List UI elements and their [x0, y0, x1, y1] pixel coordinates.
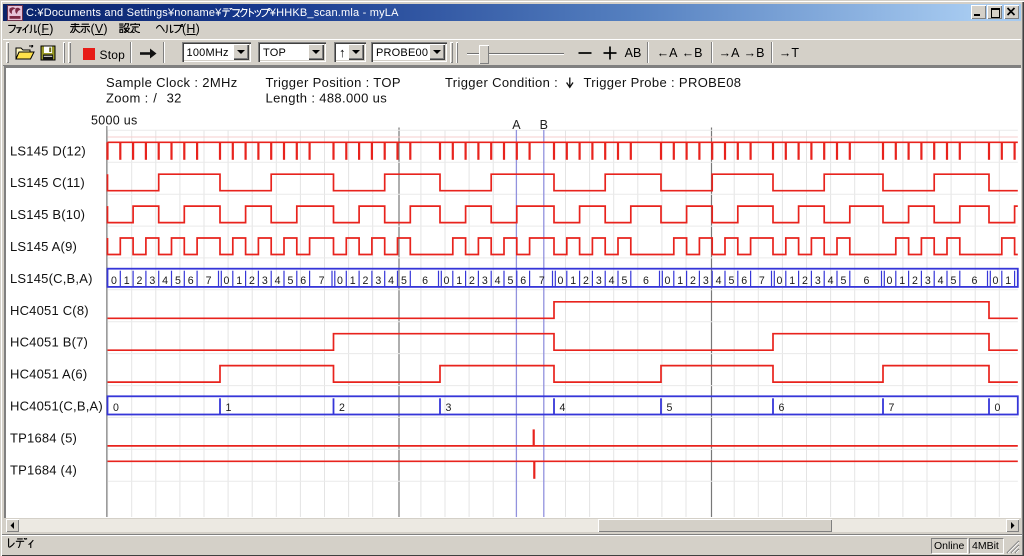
- svg-text:4: 4: [275, 275, 281, 287]
- svg-text:2: 2: [583, 275, 589, 287]
- svg-text:0: 0: [995, 402, 1001, 414]
- svg-text:0: 0: [443, 275, 449, 287]
- svg-text:LS145 A(9): LS145 A(9): [10, 239, 77, 254]
- svg-text:5: 5: [728, 275, 734, 287]
- svg-text:6: 6: [422, 275, 428, 287]
- svg-text:6: 6: [188, 275, 194, 287]
- svg-text:0: 0: [337, 275, 343, 287]
- svg-text:5: 5: [667, 402, 673, 414]
- svg-text:2: 2: [690, 275, 696, 287]
- svg-text:0: 0: [223, 275, 229, 287]
- svg-text:1: 1: [570, 275, 576, 287]
- svg-text:2: 2: [363, 275, 369, 287]
- svg-text:5: 5: [840, 275, 846, 287]
- svg-text:HC4051 A(6): HC4051 A(6): [10, 367, 87, 382]
- svg-text:Trigger Position : TOP: Trigger Position : TOP: [266, 75, 401, 90]
- svg-text:0: 0: [664, 275, 670, 287]
- svg-text:0: 0: [111, 275, 117, 287]
- svg-text:6: 6: [520, 275, 526, 287]
- svg-text:LS145(C,B,A): LS145(C,B,A): [10, 271, 93, 286]
- svg-text:3: 3: [446, 402, 452, 414]
- svg-text:6: 6: [971, 275, 977, 287]
- svg-text:HC4051 C(8): HC4051 C(8): [10, 303, 89, 318]
- svg-text:3: 3: [262, 275, 268, 287]
- svg-text:2: 2: [339, 402, 345, 414]
- svg-text:LS145 C(11): LS145 C(11): [10, 175, 85, 190]
- svg-text:1: 1: [677, 275, 683, 287]
- svg-text:6: 6: [643, 275, 649, 287]
- svg-text:2: 2: [802, 275, 808, 287]
- svg-text:5000 us: 5000 us: [91, 114, 138, 128]
- svg-text:4: 4: [609, 275, 615, 287]
- svg-text:5: 5: [621, 275, 627, 287]
- svg-text:0: 0: [992, 275, 998, 287]
- svg-text:Sample Clock : 2MHz: Sample Clock : 2MHz: [106, 75, 238, 90]
- svg-text:1: 1: [350, 275, 356, 287]
- svg-text:4: 4: [828, 275, 834, 287]
- svg-text:4: 4: [560, 402, 566, 414]
- svg-text:1: 1: [124, 275, 130, 287]
- svg-text:3: 3: [925, 275, 931, 287]
- svg-text:2: 2: [469, 275, 475, 287]
- svg-text:4: 4: [388, 275, 394, 287]
- svg-text:TP1684 (4): TP1684 (4): [10, 462, 77, 477]
- svg-text:1: 1: [899, 275, 905, 287]
- svg-text:HC4051(C,B,A): HC4051(C,B,A): [10, 399, 103, 414]
- svg-text:Trigger Condition :: Trigger Condition :: [445, 75, 558, 90]
- svg-text:7: 7: [319, 275, 325, 287]
- svg-text:7: 7: [539, 275, 545, 287]
- svg-text:5: 5: [287, 275, 293, 287]
- svg-text:3: 3: [815, 275, 821, 287]
- svg-text:6: 6: [300, 275, 306, 287]
- svg-text:Trigger Probe : PROBE08: Trigger Probe : PROBE08: [584, 75, 742, 90]
- svg-text:4: 4: [938, 275, 944, 287]
- svg-text:Zoom : / 32: Zoom : / 32: [106, 91, 182, 106]
- svg-text:3: 3: [149, 275, 155, 287]
- svg-text:6: 6: [779, 402, 785, 414]
- svg-text:3: 3: [703, 275, 709, 287]
- svg-text:B: B: [540, 118, 548, 132]
- svg-text:4: 4: [162, 275, 168, 287]
- svg-text:LS145 B(10): LS145 B(10): [10, 207, 85, 222]
- svg-text:4: 4: [495, 275, 501, 287]
- svg-text:LS145 D(12): LS145 D(12): [10, 143, 86, 158]
- svg-text:4: 4: [716, 275, 722, 287]
- svg-text:Length : 488.000 us: Length : 488.000 us: [266, 91, 388, 106]
- svg-text:2: 2: [249, 275, 255, 287]
- svg-text:1: 1: [226, 402, 232, 414]
- svg-text:2: 2: [137, 275, 143, 287]
- svg-text:A: A: [512, 118, 521, 132]
- svg-text:5: 5: [401, 275, 407, 287]
- svg-text:3: 3: [596, 275, 602, 287]
- svg-text:0: 0: [557, 275, 563, 287]
- svg-text:7: 7: [206, 275, 212, 287]
- svg-text:5: 5: [950, 275, 956, 287]
- svg-text:6: 6: [863, 275, 869, 287]
- svg-text:0: 0: [776, 275, 782, 287]
- svg-text:1: 1: [456, 275, 462, 287]
- svg-text:TP1684 (5): TP1684 (5): [10, 430, 77, 445]
- svg-text:0: 0: [113, 402, 119, 414]
- svg-text:HC4051 B(7): HC4051 B(7): [10, 335, 88, 350]
- svg-text:1: 1: [236, 275, 242, 287]
- svg-text:7: 7: [759, 275, 765, 287]
- svg-text:3: 3: [482, 275, 488, 287]
- svg-text:2: 2: [912, 275, 918, 287]
- svg-text:0: 0: [886, 275, 892, 287]
- svg-text:6: 6: [741, 275, 747, 287]
- svg-text:5: 5: [507, 275, 513, 287]
- svg-text:3: 3: [375, 275, 381, 287]
- svg-text:1: 1: [789, 275, 795, 287]
- svg-text:5: 5: [175, 275, 181, 287]
- svg-text:7: 7: [889, 402, 895, 414]
- svg-text:1: 1: [1005, 275, 1011, 287]
